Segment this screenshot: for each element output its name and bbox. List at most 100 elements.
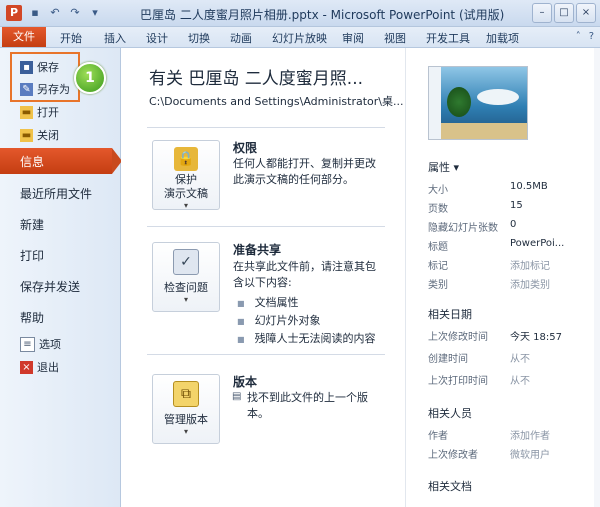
nav-print[interactable]: 打印 — [20, 247, 44, 264]
divider — [147, 354, 385, 355]
document-title: 有关 巴厘岛 二人度蜜月照... — [149, 69, 364, 89]
date-label: 创建时间 — [428, 354, 468, 365]
tab-home[interactable]: 开始 — [60, 30, 82, 46]
save-icon[interactable]: ▪ — [28, 6, 42, 20]
add-category-field[interactable]: 添加类别 — [510, 276, 550, 291]
tab-animations[interactable]: 动画 — [230, 30, 252, 46]
nav-close-label: 关闭 — [37, 129, 59, 142]
title-bar: P ▪ ↶ ↷ ▾ 巴厘岛 二人度蜜月照片相册.pptx - Microsoft… — [0, 0, 600, 27]
nav-info-label: 信息 — [20, 155, 45, 169]
backstage-nav: ▪ 保存 ✎ 另存为 ▬ 打开 ▬ 关闭 信息 最近所用文件 新建 打印 保存并… — [0, 48, 122, 507]
presentation-thumbnail — [428, 66, 528, 140]
related-docs-header: 相关文档 — [428, 480, 472, 493]
nav-info[interactable] — [0, 148, 112, 174]
ribbon-tabs: 文件 开始 插入 设计 切换 动画 幻灯片放映 审阅 视图 开发工具 加载项 ˄… — [0, 27, 600, 48]
chevron-down-icon: ▾ — [183, 427, 188, 436]
permissions-title: 权限 — [233, 141, 258, 155]
lock-icon: 🔒 — [174, 147, 198, 171]
tab-review[interactable]: 审阅 — [342, 30, 364, 46]
prop-value: 15 — [510, 200, 523, 211]
close-button[interactable]: × — [576, 3, 596, 23]
add-tags-field[interactable]: 添加标记 — [510, 257, 550, 272]
versions-desc: 找不到此文件的上一个版本。 — [247, 391, 368, 420]
share-item: 文档属性 — [237, 294, 299, 310]
versions-title: 版本 — [233, 375, 258, 389]
tab-addins[interactable]: 加载项 — [486, 30, 519, 46]
divider — [147, 226, 385, 227]
chevron-down-icon: ▾ — [183, 201, 188, 210]
scrollbar[interactable] — [594, 48, 600, 507]
dates-header: 相关日期 — [428, 308, 472, 321]
people-label: 上次修改者 — [428, 450, 478, 461]
options-icon: ≡ — [20, 336, 35, 352]
folder-open-icon: ▬ — [20, 105, 33, 119]
prop-label: 标记 — [428, 261, 448, 272]
help-icon[interactable]: ? — [589, 31, 594, 42]
nav-new[interactable]: 新建 — [20, 216, 44, 233]
protect-label-2: 演示文稿 — [164, 187, 208, 200]
ribbon-minimize-icon[interactable]: ˄ — [576, 31, 581, 42]
tab-slideshow[interactable]: 幻灯片放映 — [272, 30, 327, 46]
window-controls: – □ × — [532, 3, 596, 23]
document-path: C:\Documents and Settings\Administrator\… — [149, 95, 404, 108]
share-item: 幻灯片外对象 — [237, 312, 321, 328]
manage-versions-button[interactable]: ⧉ 管理版本 ▾ — [152, 374, 220, 444]
undo-icon[interactable]: ↶ — [48, 6, 62, 20]
prop-value: 10.5MB — [510, 181, 548, 192]
nav-save-send[interactable]: 保存并发送 — [20, 278, 80, 295]
prop-label: 大小 — [428, 185, 448, 196]
step-badge: 1 — [74, 62, 106, 94]
nav-exit[interactable]: × 退出 — [20, 359, 59, 375]
folder-close-icon: ▬ — [20, 128, 33, 142]
exit-icon: × — [20, 360, 33, 374]
maximize-button[interactable]: □ — [554, 3, 574, 23]
properties-header[interactable]: 属性 ▾ — [428, 159, 459, 175]
check-issues-label: 检查问题 — [164, 281, 208, 294]
tab-developer[interactable]: 开发工具 — [426, 30, 470, 46]
people-value: 微软用户 — [510, 450, 550, 461]
window-title: 巴厘岛 二人度蜜月照片相册.pptx - Microsoft PowerPoin… — [140, 8, 505, 22]
people-header: 相关人员 — [428, 407, 472, 420]
date-label: 上次修改时间 — [428, 332, 488, 343]
nav-options[interactable]: ≡ 选项 — [20, 336, 61, 352]
beach-shape — [441, 123, 527, 139]
tab-file[interactable]: 文件 — [2, 27, 46, 47]
redo-icon[interactable]: ↷ — [68, 6, 82, 20]
thumbnail-strip — [429, 67, 441, 139]
share-item: 残障人士无法阅读的内容 — [237, 330, 376, 346]
chevron-down-icon[interactable]: ▾ — [88, 6, 102, 20]
protect-label-1: 保护 — [175, 173, 197, 186]
tab-design[interactable]: 设计 — [146, 30, 168, 46]
tab-insert[interactable]: 插入 — [104, 30, 126, 46]
prop-label: 类别 — [428, 280, 448, 291]
tab-view[interactable]: 视图 — [384, 30, 406, 46]
checklist-icon: ✓ — [173, 249, 199, 275]
info-pane: 有关 巴厘岛 二人度蜜月照... C:\Documents and Settin… — [121, 48, 404, 507]
prop-label: 页数 — [428, 204, 448, 215]
quick-access-toolbar: ▪ ↶ ↷ ▾ — [28, 6, 102, 20]
save-highlight-box — [10, 52, 80, 102]
prop-label: 标题 — [428, 242, 448, 253]
nav-open[interactable]: ▬ 打开 — [20, 104, 59, 120]
prop-value[interactable]: PowerPoi... — [510, 238, 564, 249]
document-icon: ▤ — [232, 391, 242, 402]
protect-presentation-button[interactable]: 🔒 保护 演示文稿 ▾ — [152, 140, 220, 210]
properties-pane: 属性 ▾ 大小 10.5MB 页数 15 隐藏幻灯片张数 0 标题 PowerP… — [405, 48, 600, 507]
prop-value: 0 — [510, 219, 517, 230]
manage-versions-label: 管理版本 — [164, 413, 208, 426]
powerpoint-icon[interactable]: P — [6, 5, 22, 21]
tab-transitions[interactable]: 切换 — [188, 30, 210, 46]
minimize-button[interactable]: – — [532, 3, 552, 23]
add-author-field[interactable]: 添加作者 — [510, 427, 550, 442]
nav-help[interactable]: 帮助 — [20, 309, 44, 326]
nav-exit-label: 退出 — [37, 361, 59, 374]
check-issues-button[interactable]: ✓ 检查问题 ▾ — [152, 242, 220, 312]
share-desc: 在共享此文件前，请注意其包含以下内容: — [233, 260, 376, 289]
nav-open-label: 打开 — [37, 106, 59, 119]
nav-recent[interactable]: 最近所用文件 — [20, 185, 92, 202]
date-value: 从不 — [510, 354, 530, 365]
versions-icon: ⧉ — [173, 381, 199, 407]
date-value: 从不 — [510, 376, 530, 387]
nav-close[interactable]: ▬ 关闭 — [20, 127, 59, 143]
date-value: 今天 18:57 — [510, 332, 562, 343]
